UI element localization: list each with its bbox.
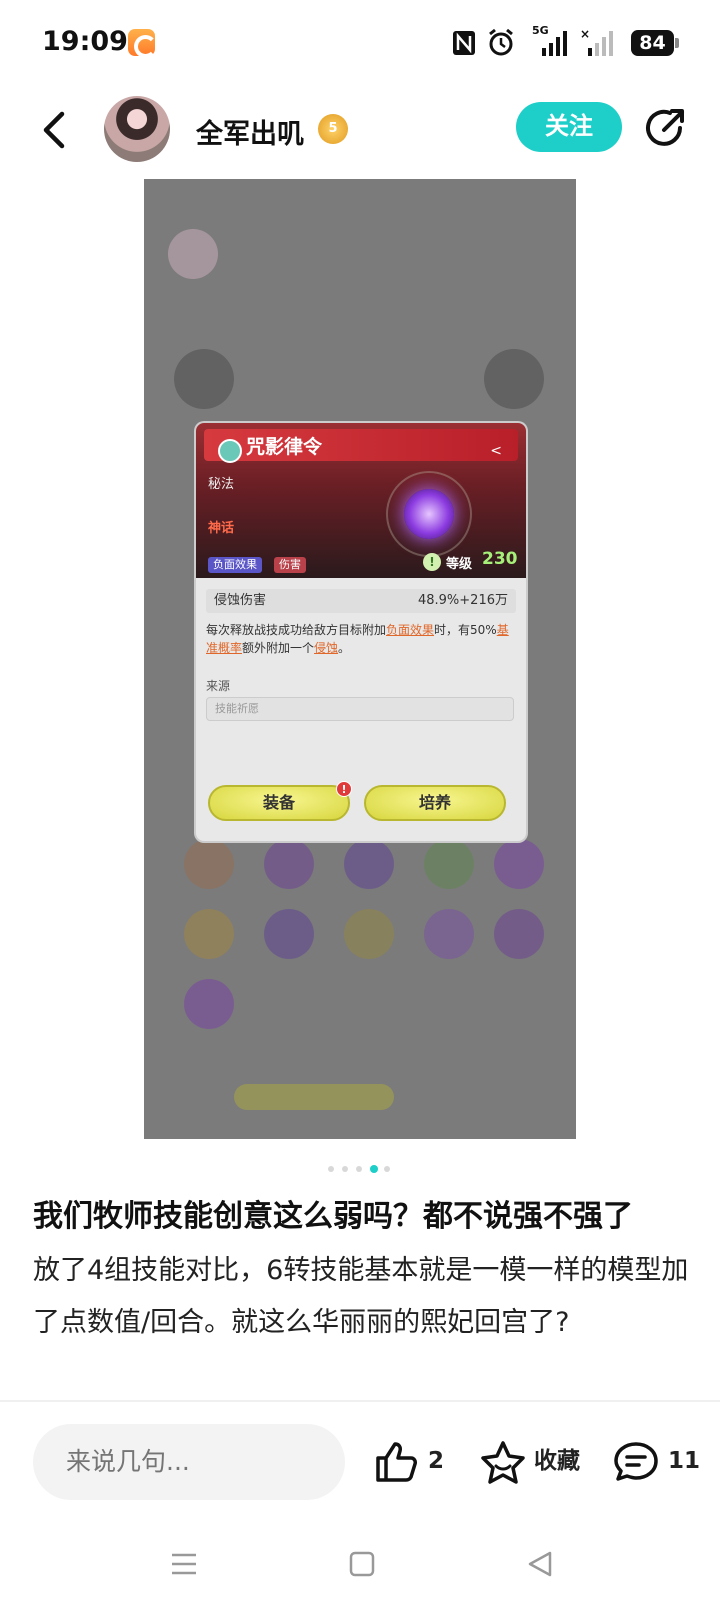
stat-name: 侵蚀伤害: [214, 593, 267, 608]
comment-count: 11: [668, 1448, 701, 1474]
train-button: 培养: [364, 785, 506, 821]
post-title: 我们牧师技能创意这么弱吗？都不说强不强了: [33, 1199, 633, 1234]
back-triangle-icon[interactable]: [526, 1550, 554, 1578]
svg-text:×: ×: [580, 28, 590, 41]
source-box: 技能祈愿: [206, 697, 514, 721]
thumbs-up-icon: [376, 1441, 417, 1482]
stat-row: 侵蚀伤害 48.9%+216万: [206, 589, 516, 613]
level-label: 等级: [446, 557, 473, 572]
blurred-bg: [174, 349, 234, 409]
blurred-bg: [484, 349, 544, 409]
like-count: 2: [428, 1448, 445, 1474]
tag-damage: 伤害: [274, 557, 306, 573]
pager-dot[interactable]: [384, 1166, 390, 1172]
blurred-bg: [184, 839, 234, 889]
blurred-bg: [264, 909, 314, 959]
card-title-bar: 咒影律令 <: [204, 429, 518, 463]
blurred-bg: [424, 909, 474, 959]
home-square-icon[interactable]: [348, 1550, 376, 1578]
skill-card: 咒影律令 < 秘法 神话 负面效果 伤害 ! 等级 230 侵蚀伤害 48.9%…: [196, 423, 526, 841]
equip-alert-badge: !: [336, 781, 352, 797]
card-share-icon: <: [490, 443, 502, 459]
skill-description: 每次释放战技成功给敌方目标附加负面效果时，有50%基准概率额外附加一个侵蚀。: [206, 621, 516, 657]
skill-orb-icon: [404, 489, 454, 539]
comment-input[interactable]: [33, 1424, 345, 1500]
author-name[interactable]: 全军出叽: [196, 112, 304, 151]
comment-bubble-icon: [614, 1441, 658, 1481]
level-value: 230: [482, 549, 518, 569]
skill-rarity: 神话: [208, 521, 235, 536]
desc-text: 。: [338, 641, 351, 655]
star-icon: [481, 1440, 525, 1484]
blurred-bg: [494, 909, 544, 959]
avatar[interactable]: [104, 96, 170, 162]
blurred-bg: [264, 839, 314, 889]
alert-icon: !: [423, 553, 441, 571]
app-notification-icon: [128, 29, 157, 58]
alarm-icon: [489, 28, 513, 56]
nfc-icon: [453, 31, 475, 55]
menu-icon[interactable]: [170, 1550, 198, 1578]
like-button[interactable]: 2: [374, 1437, 444, 1485]
desc-highlight: 负面效果: [386, 623, 435, 637]
skill-category: 秘法: [208, 477, 235, 492]
image-pager[interactable]: [328, 1163, 392, 1175]
blurred-bg: [424, 839, 474, 889]
blurred-bg: [184, 979, 234, 1029]
blurred-bg: [234, 1084, 394, 1110]
post-header: 全军出叽 5 关注: [0, 86, 720, 174]
blurred-bg: [494, 839, 544, 889]
system-nav-bar: [0, 1534, 720, 1594]
pager-dot[interactable]: [342, 1166, 348, 1172]
favorite-label: 收藏: [534, 1448, 581, 1474]
share-icon[interactable]: [642, 106, 688, 152]
status-time: 19:09: [42, 26, 128, 57]
desc-text: 额外附加一个: [242, 641, 315, 655]
source-label: 来源: [206, 679, 231, 693]
skill-name: 咒影律令: [246, 436, 323, 458]
level-badge-icon: 5: [318, 114, 348, 144]
stat-value: 48.9%+216万: [417, 593, 508, 608]
post-body: 放了4组技能对比，6转技能基本就是一模一样的模型加了点数值/回合。就这么华丽丽的…: [33, 1255, 689, 1338]
desc-highlight: 侵蚀: [314, 641, 339, 655]
desc-text: 时，有50%: [434, 623, 497, 637]
tag-debuff: 负面效果: [208, 557, 262, 573]
divider: [0, 1400, 720, 1402]
signal-icon: ×: [580, 28, 613, 56]
battery-icon: 84: [631, 30, 679, 56]
blurred-bg: [344, 909, 394, 959]
pager-dot-active[interactable]: [370, 1165, 378, 1173]
blurred-bg: [344, 839, 394, 889]
comment-button[interactable]: 11: [612, 1437, 700, 1485]
signal-5g-icon: [542, 31, 567, 56]
post-image[interactable]: 咒影律令 < 秘法 神话 负面效果 伤害 ! 等级 230 侵蚀伤害 48.9%…: [144, 179, 576, 1139]
equip-button: 装备: [208, 785, 350, 821]
back-arrow-icon[interactable]: [36, 108, 76, 152]
pager-dot[interactable]: [328, 1166, 334, 1172]
blurred-bg: [184, 909, 234, 959]
favorite-button[interactable]: 收藏: [480, 1437, 580, 1485]
skill-type-icon: [218, 439, 242, 463]
desc-text: 每次释放战技成功给敌方目标附加: [206, 623, 387, 637]
status-bar: 19:09 5G × 84: [0, 0, 720, 86]
pager-dot[interactable]: [356, 1166, 362, 1172]
follow-button[interactable]: 关注: [516, 102, 622, 152]
blurred-bg: [168, 229, 218, 279]
